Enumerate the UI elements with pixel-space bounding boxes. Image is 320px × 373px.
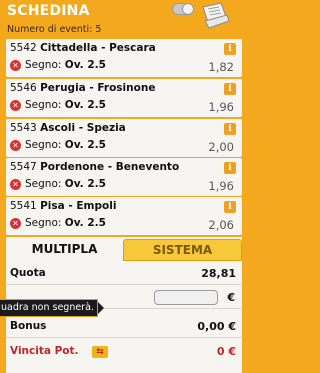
bet-match: 5547 Pordenone - Benevento [10, 161, 179, 173]
info-icon[interactable]: i [224, 162, 236, 174]
bet-odds: 1,96 [208, 179, 234, 193]
bet-code: 5542 [10, 42, 37, 54]
info-icon[interactable]: i [224, 83, 236, 95]
remove-icon[interactable]: ✕ [10, 179, 21, 190]
bet-row: 5543 Ascoli - Spezia i ✕ Segno: Ov. 2.5 … [6, 119, 242, 157]
info-icon[interactable]: i [224, 123, 236, 135]
remove-icon[interactable]: ✕ [10, 218, 21, 229]
bonus-row: Bonus 0,00 € [6, 316, 242, 338]
bet-match: 5546 Perugia - Frosinone [10, 82, 155, 94]
bonus-value: 0,00 € [197, 320, 236, 333]
bet-teams: Ascoli - Spezia [40, 122, 126, 134]
vincita-row: Vincita Pot. ⇆ 0 € [6, 341, 242, 363]
segno-pick: Ov. 2.5 [64, 59, 106, 71]
swap-icon[interactable]: ⇆ [92, 346, 108, 358]
bet-odds: 1,96 [208, 100, 234, 114]
quota-label: Quota [10, 267, 46, 279]
remove-icon[interactable]: ✕ [10, 140, 21, 151]
segno-label: Segno: [25, 178, 62, 190]
bet-row: 5542 Cittadella - Pescara i ✕ Segno: Ov.… [6, 39, 242, 77]
stake-currency: € [227, 291, 235, 304]
bet-teams: Cittadella - Pescara [40, 42, 156, 54]
tooltip: uadra non segnerà. [0, 299, 98, 317]
toggle-knob [182, 3, 194, 15]
bet-odds: 2,00 [208, 140, 234, 154]
betslip-header: SCHEDINA [0, 0, 249, 29]
bet-code: 5547 [10, 161, 37, 173]
bet-odds: 1,82 [208, 60, 234, 74]
quota-row: Quota 28,81 [6, 263, 242, 285]
remove-icon[interactable]: ✕ [10, 60, 21, 71]
betslip-title: SCHEDINA [7, 3, 90, 19]
bet-segno: Segno: Ov. 2.5 [25, 217, 106, 229]
segno-label: Segno: [25, 139, 62, 151]
bet-match: 5543 Ascoli - Spezia [10, 122, 126, 134]
segno-label: Segno: [25, 99, 62, 111]
tab-sistema[interactable]: SISTEMA [123, 239, 242, 261]
stake-input[interactable] [154, 290, 218, 305]
betslip-paper-icon[interactable] [199, 1, 231, 29]
toggle-switch-icon[interactable] [172, 3, 194, 15]
bet-segno: Segno: Ov. 2.5 [25, 59, 106, 71]
bet-segno: Segno: Ov. 2.5 [25, 99, 106, 111]
segno-label: Segno: [25, 59, 62, 71]
bet-row: 5541 Pisa - Empoli i ✕ Segno: Ov. 2.5 2,… [6, 197, 242, 235]
bet-teams: Perugia - Frosinone [40, 82, 156, 94]
remove-icon[interactable]: ✕ [10, 100, 21, 111]
tab-multipla[interactable]: MULTIPLA [6, 237, 123, 261]
event-count: Numero di eventi: 5 [7, 24, 102, 35]
quota-value: 28,81 [201, 267, 236, 280]
bet-match: 5542 Cittadella - Pescara [10, 42, 156, 54]
vincita-value: 0 € [216, 345, 236, 358]
segno-pick: Ov. 2.5 [64, 178, 106, 190]
bet-odds: 2,06 [208, 218, 234, 232]
vincita-label: Vincita Pot. [10, 345, 79, 357]
bet-segno: Segno: Ov. 2.5 [25, 139, 106, 151]
segno-pick: Ov. 2.5 [64, 99, 106, 111]
bet-teams: Pordenone - Benevento [40, 161, 180, 173]
segno-label: Segno: [25, 217, 62, 229]
betslip-panel: SCHEDINA Numero di eventi: 5 5542 Cittad… [0, 0, 249, 373]
segno-pick: Ov. 2.5 [64, 139, 106, 151]
bet-row: 5546 Perugia - Frosinone i ✕ Segno: Ov. … [6, 79, 242, 117]
segno-pick: Ov. 2.5 [64, 217, 106, 229]
bet-segno: Segno: Ov. 2.5 [25, 178, 106, 190]
bet-teams: Pisa - Empoli [40, 200, 117, 212]
bet-code: 5541 [10, 200, 37, 212]
bet-code: 5546 [10, 82, 37, 94]
info-icon[interactable]: i [224, 43, 236, 55]
bet-match: 5541 Pisa - Empoli [10, 200, 116, 212]
bet-row: 5547 Pordenone - Benevento i ✕ Segno: Ov… [6, 158, 242, 196]
bet-code: 5543 [10, 122, 37, 134]
info-icon[interactable]: i [224, 201, 236, 213]
bonus-label: Bonus [10, 320, 47, 332]
tooltip-arrow [98, 302, 104, 314]
